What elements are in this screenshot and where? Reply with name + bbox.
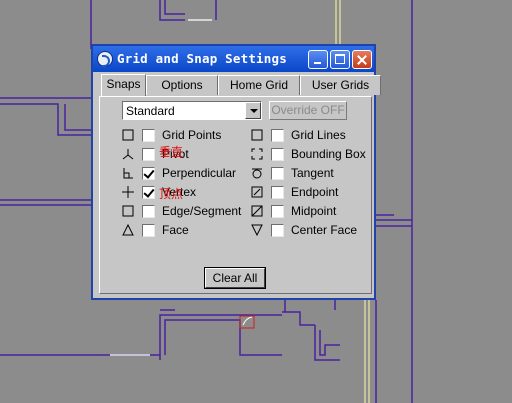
face-checkbox[interactable] — [142, 224, 155, 237]
tab-user-grids[interactable]: User Grids — [300, 75, 381, 95]
pivot-icon — [122, 149, 134, 160]
endpoint-icon — [251, 186, 263, 198]
minimize-button[interactable] — [308, 50, 328, 69]
snap-set-value: Standard — [126, 104, 175, 118]
bounding-box-icon — [251, 148, 263, 160]
vertex-checkbox[interactable] — [142, 186, 155, 199]
perpendicular-icon — [123, 168, 133, 179]
tangent-icon — [252, 168, 262, 179]
midpoint-label: Midpoint — [291, 204, 337, 218]
midpoint-checkbox[interactable] — [271, 205, 284, 218]
tab-strip: Snaps Options Home Grid User Grids — [101, 74, 381, 97]
endpoint-label: Endpoint — [291, 185, 339, 199]
maximize-button[interactable] — [330, 50, 350, 69]
edge-segment-checkbox[interactable] — [142, 205, 155, 218]
grid-lines-icon — [251, 129, 263, 141]
grid-points-label: Grid Points — [162, 128, 222, 142]
vertex-icon — [122, 186, 134, 198]
grid-lines-checkbox[interactable] — [271, 129, 284, 142]
vertex-annotation: 顶点 — [159, 187, 184, 201]
grid-points-icon — [122, 129, 134, 141]
center-face-icon — [251, 224, 263, 236]
edge-segment-label: Edge/Segment — [162, 204, 242, 218]
tab-snaps[interactable]: Snaps — [101, 74, 146, 96]
grid-lines-label: Grid Lines — [291, 128, 346, 142]
app-icon — [97, 51, 113, 67]
center-face-checkbox[interactable] — [271, 224, 284, 237]
midpoint-icon — [251, 205, 263, 217]
chevron-down-icon[interactable] — [245, 102, 261, 119]
tab-options[interactable]: Options — [146, 75, 218, 95]
title-bar[interactable]: Grid and Snap Settings — [93, 46, 374, 72]
pivot-checkbox[interactable] — [142, 148, 155, 161]
bounding-box-checkbox[interactable] — [271, 148, 284, 161]
bounding-box-label: Bounding Box — [291, 147, 366, 161]
edge-segment-icon — [122, 205, 134, 217]
grid-snap-dialog: Grid and Snap Settings Snaps Options Hom… — [91, 44, 381, 300]
center-face-label: Center Face — [291, 223, 358, 237]
perpendicular-checkbox[interactable] — [142, 167, 155, 180]
dialog-title: Grid and Snap Settings — [117, 51, 287, 66]
pivot-annotation: 垂直 — [159, 145, 184, 159]
clear-all-button[interactable]: Clear All — [204, 267, 266, 289]
tangent-label: Tangent — [291, 166, 334, 180]
tangent-checkbox[interactable] — [271, 167, 284, 180]
face-label: Face — [162, 223, 189, 237]
snap-set-dropdown[interactable]: Standard — [122, 101, 262, 120]
tab-home-grid[interactable]: Home Grid — [218, 75, 300, 95]
endpoint-checkbox[interactable] — [271, 186, 284, 199]
close-button[interactable] — [352, 50, 372, 69]
override-off-button[interactable]: Override OFF — [269, 101, 347, 120]
face-icon — [122, 224, 134, 236]
grid-points-checkbox[interactable] — [142, 129, 155, 142]
perpendicular-label: Perpendicular — [162, 166, 237, 180]
